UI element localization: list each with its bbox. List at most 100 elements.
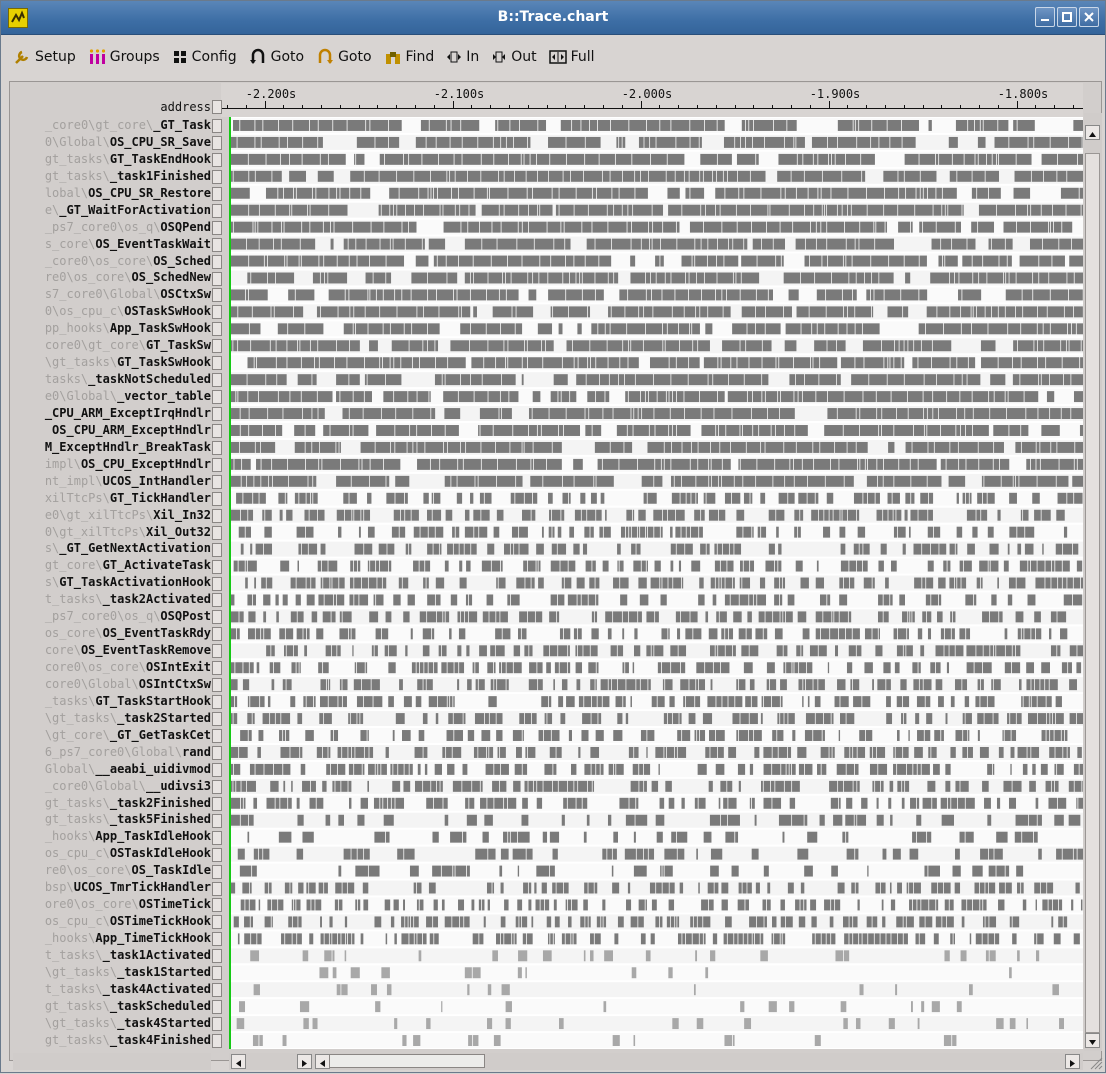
row-expand-icon[interactable] [212,763,222,777]
time-ruler[interactable]: -2.200s-2.100s-2.000s-1.900s-1.800s [221,83,1083,117]
toolbar-groups-button[interactable]: Groups [88,48,160,66]
row-expand-icon[interactable] [212,983,222,997]
symbol-row-label[interactable]: xilTtcPs\GT_TickHandler [13,490,211,507]
symbol-row-label[interactable]: gt_tasks\_task2Finished [13,795,211,812]
symbol-row-label[interactable]: 0\gt_xilTtcPs\Xil_Out32 [13,524,211,541]
symbol-row-label[interactable]: t_tasks\_task2Activated [13,591,211,608]
symbol-row-label[interactable]: _hooks\App_TimeTickHook [13,930,211,947]
row-expand-icon[interactable] [212,678,222,692]
row-expand-icon[interactable] [212,695,222,709]
resize-grip-icon[interactable] [1087,1054,1103,1070]
symbol-row-label[interactable]: _CPU_ARM_ExceptIrqHndlr [13,405,211,422]
row-expand-icon[interactable] [212,322,222,336]
title-bar[interactable]: B::Trace.chart [1,1,1105,35]
row-expand-icon[interactable] [212,339,222,353]
toolbar-out-button[interactable]: Out [491,49,536,65]
symbol-row-label[interactable]: _tasks\GT_TaskStartHook [13,693,211,710]
row-expand-icon[interactable] [212,424,222,438]
label-horizontal-scrollbar[interactable] [13,1053,211,1070]
toolbar-in-button[interactable]: In [446,49,479,65]
symbol-row-label[interactable]: gt_tasks\_task1Finished [13,168,211,185]
scroll-left-small-button[interactable] [315,1054,330,1069]
row-expand-icon[interactable] [212,882,222,896]
symbol-row-label[interactable]: lobal\OS_CPU_SR_Restore [13,185,211,202]
symbol-row-label[interactable]: bsp\UCOS_TmrTickHandler [13,879,211,896]
symbol-row-label[interactable]: tasks\_taskNotScheduled [13,371,211,388]
symbol-row-label[interactable]: core0\os_core\OSIntExit [13,659,211,676]
symbol-row-label[interactable]: t_tasks\_task1Activated [13,947,211,964]
row-expand-icon[interactable] [212,780,222,794]
row-expand-icon[interactable] [212,865,222,879]
symbol-row-label[interactable]: \gt_tasks\_task2Started [13,710,211,727]
vertical-scrollbar[interactable] [1084,113,1102,1051]
scroll-up-button[interactable] [1085,125,1100,140]
row-expand-icon[interactable] [212,644,222,658]
symbol-row-label[interactable]: gt_core\GT_ActivateTask [13,557,211,574]
symbol-row-label[interactable]: _ps7_core0\os_q\OSQPost [13,608,211,625]
row-expand-icon[interactable] [212,255,222,269]
toolbar-goto-button-4[interactable]: Goto [316,48,371,66]
symbol-row-label[interactable]: nt_impl\UCOS_IntHandler [13,473,211,490]
symbol-row-label[interactable]: _core0\Global\__udivsi3 [13,778,211,795]
symbol-row-label[interactable]: \gt_tasks\GT_TaskSwHook [13,354,211,371]
trace-cursor-marker[interactable] [229,117,231,1049]
row-expand-icon[interactable] [212,577,222,591]
row-expand-icon[interactable] [212,170,222,184]
scroll-right-button[interactable] [1065,1054,1080,1069]
row-expand-icon[interactable] [212,814,222,828]
row-expand-icon[interactable] [212,661,222,675]
row-expand-icon[interactable] [212,221,222,235]
row-expand-icon[interactable] [212,1034,222,1048]
symbol-row-label[interactable]: s_core\OS_EventTaskWait [13,236,211,253]
row-expand-icon[interactable] [212,204,222,218]
symbol-row-label[interactable]: gt_tasks\_task4Finished [13,1032,211,1049]
symbol-row-label[interactable]: s\_GT_GetNextActivation [13,540,211,557]
symbol-row-label[interactable]: e0\gt_xilTtcPs\Xil_In32 [13,507,211,524]
row-expand-icon[interactable] [212,1000,222,1014]
toolbar-full-button[interactable]: Full [549,49,595,65]
toolbar-goto-button-3[interactable]: Goto [249,48,304,66]
row-expand-icon[interactable] [212,797,222,811]
symbol-row-label[interactable]: e\_GT_WaitForActivation [13,202,211,219]
symbol-row-label[interactable]: gt_tasks\_taskScheduled [13,998,211,1015]
row-expand-icon[interactable] [212,288,222,302]
symbol-row-label[interactable]: 6_ps7_core0\Global\rand [13,744,211,761]
row-expand-icon[interactable] [212,712,222,726]
row-expand-icon[interactable] [212,949,222,963]
row-expand-icon[interactable] [212,932,222,946]
symbol-row-label[interactable]: \gt_tasks\_task4Started [13,1015,211,1032]
row-expand-icon[interactable] [212,187,222,201]
row-expand-icon[interactable] [212,153,222,167]
scroll-left-button[interactable] [231,1054,246,1069]
row-expand-icon[interactable] [212,390,222,404]
row-expand-icon[interactable] [212,373,222,387]
scroll-down-button[interactable] [1085,1033,1100,1048]
symbol-row-label[interactable]: core\OS_EventTaskRemove [13,642,211,659]
symbol-row-label[interactable]: re0\os_core\OS_TaskIdle [13,862,211,879]
minimize-button[interactable] [1035,7,1055,27]
trace-chart-area[interactable] [229,117,1083,1049]
symbol-row-label[interactable]: \gt_tasks\_task1Started [13,964,211,981]
row-expand-icon[interactable] [212,136,222,150]
symbol-row-label[interactable]: ore0\os_core\OSTimeTick [13,896,211,913]
row-expand-icon[interactable] [212,119,222,133]
row-expand-icon[interactable] [212,560,222,574]
row-expand-icon[interactable] [212,729,222,743]
row-expand-icon[interactable] [212,458,222,472]
toolbar-setup-button[interactable]: Setup [13,48,76,66]
row-expand-icon[interactable] [212,475,222,489]
horizontal-scroll-thumb[interactable] [329,1054,485,1068]
row-expand-icon[interactable] [212,305,222,319]
toolbar-find-button[interactable]: Find [384,48,435,66]
row-expand-icon[interactable] [212,966,222,980]
row-expand-icon[interactable] [212,593,222,607]
row-expand-icon[interactable] [212,848,222,862]
row-expand-icon[interactable] [212,492,222,506]
vertical-scroll-thumb[interactable] [1085,153,1100,1033]
symbol-row-label[interactable]: _core0\os_core\OS_Sched [13,253,211,270]
row-expand-icon[interactable] [212,356,222,370]
row-expand-icon[interactable] [212,610,222,624]
symbol-row-label[interactable]: re0\os_core\OS_SchedNew [13,269,211,286]
symbol-row-label[interactable]: gt_tasks\_task5Finished [13,811,211,828]
symbol-row-label[interactable]: OS_CPU_ARM_ExceptHndlr [13,422,211,439]
